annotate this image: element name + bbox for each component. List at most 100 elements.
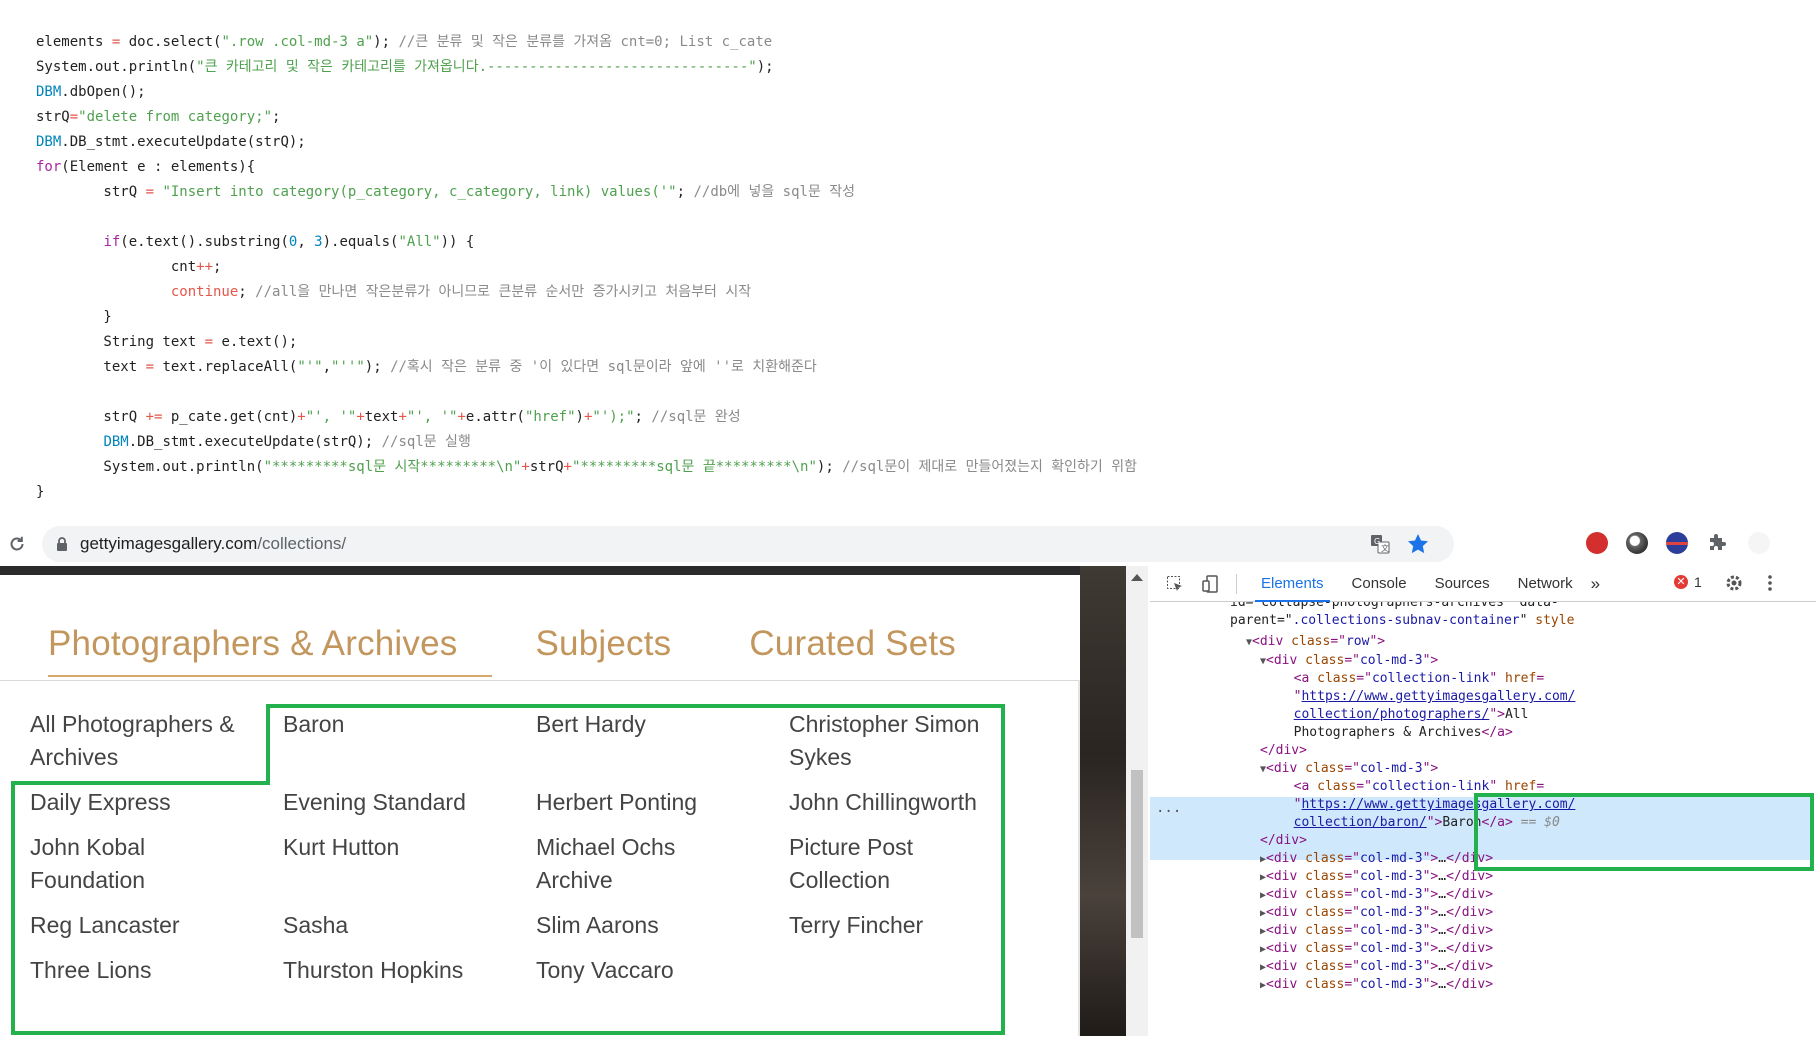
code-line: System.out.println("큰 카테고리 및 작은 카테고리를 가져… bbox=[36, 55, 1796, 80]
star-icon[interactable] bbox=[1406, 532, 1430, 556]
dom-token: <div bbox=[1266, 959, 1306, 974]
dom-token: class bbox=[1305, 653, 1345, 668]
code-token: e.text(); bbox=[213, 334, 298, 350]
dom-token: "> bbox=[1422, 977, 1439, 992]
puzzle-extension-icon[interactable] bbox=[1706, 532, 1728, 554]
reload-icon[interactable] bbox=[2, 529, 32, 559]
gear-icon[interactable] bbox=[1724, 573, 1744, 593]
dom-token: <a bbox=[1293, 779, 1318, 794]
svg-text:G: G bbox=[1374, 537, 1380, 546]
tab-curated-sets[interactable]: Curated Sets bbox=[749, 620, 956, 668]
url-text[interactable]: gettyimagesgallery.com/collections/ bbox=[80, 534, 346, 554]
error-counter[interactable]: ✕ 1 bbox=[1674, 574, 1702, 590]
code-token: DBM bbox=[36, 134, 62, 150]
collection-link[interactable]: All Photographers & Archives bbox=[30, 708, 283, 774]
address-bar[interactable]: gettyimagesgallery.com/collections/ G文 bbox=[42, 526, 1454, 562]
dom-token: col-md-3 bbox=[1359, 887, 1423, 902]
code-token: "Insert into category(p_category, c_cate… bbox=[162, 184, 677, 200]
dom-token: = bbox=[1536, 671, 1545, 686]
dom-node-line[interactable]: Photographers & Archives</a> bbox=[1278, 722, 1513, 743]
code-token: } bbox=[36, 484, 45, 500]
dom-node-line[interactable]: ▼<div class="row"> bbox=[1246, 631, 1385, 652]
dom-token: style bbox=[1535, 613, 1575, 628]
inspect-icon[interactable] bbox=[1164, 573, 1186, 595]
code-token: if bbox=[103, 234, 121, 250]
code-token: DBM bbox=[36, 84, 62, 100]
code-token: + bbox=[297, 409, 306, 425]
tab-elements[interactable]: Elements bbox=[1247, 566, 1338, 602]
dom-token: <div bbox=[1266, 977, 1306, 992]
translate-icon[interactable]: G文 bbox=[1370, 534, 1390, 554]
lock-icon[interactable] bbox=[56, 535, 70, 553]
code-token: "*********sql문 끝*********\n" bbox=[571, 459, 817, 475]
code-token: "'" bbox=[297, 359, 323, 375]
code-line: continue; //all을 만나면 작은분류가 아니므로 큰분류 순서만 … bbox=[36, 280, 1796, 305]
code-token: strQ bbox=[36, 184, 146, 200]
dom-node-line[interactable]: ▶<div class="col-md-3">…</div> bbox=[1260, 974, 1493, 995]
code-token: 3 bbox=[314, 234, 323, 250]
code-token: e.attr( bbox=[465, 409, 525, 425]
dom-token: </div> bbox=[1446, 977, 1494, 992]
extension-circle-icon[interactable] bbox=[1626, 532, 1648, 554]
code-line: strQ += p_cate.get(cnt)+"', '"+text+"', … bbox=[36, 405, 1796, 430]
code-token: DBM bbox=[103, 434, 129, 450]
dom-token: </div> bbox=[1446, 905, 1494, 920]
tabs-divider bbox=[0, 680, 1080, 681]
annotation-box-devtools bbox=[1474, 793, 1814, 871]
dom-token: class bbox=[1291, 634, 1331, 649]
collection-link-text: Archives bbox=[30, 744, 119, 770]
dom-token: " bbox=[1489, 671, 1505, 686]
code-token: + bbox=[457, 409, 466, 425]
dom-token: … bbox=[1438, 905, 1447, 920]
tab-photographers-archives[interactable]: Photographers & Archives bbox=[48, 620, 457, 668]
dom-token: col-md-3 bbox=[1359, 977, 1423, 992]
dom-token: </div> bbox=[1446, 923, 1494, 938]
dom-token: </div> bbox=[1260, 833, 1307, 848]
dom-token: class bbox=[1305, 959, 1345, 974]
kebab-menu-icon[interactable] bbox=[1764, 573, 1776, 593]
code-token: //혹시 작은 분류 중 '이 있다면 sql문이라 앞에 ''로 치환해준다 bbox=[390, 359, 817, 375]
active-tab-underline bbox=[48, 675, 492, 677]
dom-token: … bbox=[1438, 941, 1447, 956]
code-token: ".row .col-md-3 a" bbox=[221, 34, 374, 50]
dom-node-line[interactable]: parent=".collections-subnav-container" s… bbox=[1230, 610, 1574, 631]
code-token: //큰 분류 및 작은 분류를 가져옴 cnt=0; List c_cate bbox=[398, 34, 773, 50]
device-toolbar-icon[interactable] bbox=[1200, 573, 1222, 595]
extension-globe-icon[interactable] bbox=[1666, 532, 1688, 554]
dom-token: … bbox=[1438, 851, 1447, 866]
tab-sources[interactable]: Sources bbox=[1421, 566, 1504, 602]
dom-token: <div bbox=[1266, 761, 1306, 776]
dom-token: collection-link bbox=[1371, 779, 1490, 794]
code-line: DBM.DB_stmt.executeUpdate(strQ); //sql문 … bbox=[36, 430, 1796, 455]
dom-token: "> bbox=[1422, 959, 1439, 974]
adblock-extension-icon[interactable] bbox=[1586, 532, 1608, 554]
tab-subjects[interactable]: Subjects bbox=[535, 620, 671, 668]
code-token: (e.text().substring( bbox=[120, 234, 289, 250]
profile-avatar[interactable] bbox=[1748, 532, 1770, 554]
code-token: } bbox=[36, 309, 112, 325]
annotation-box-main bbox=[11, 781, 1005, 1035]
dom-token: "> bbox=[1422, 761, 1439, 776]
dom-token: .collections-subnav-container bbox=[1292, 613, 1520, 628]
code-line: String text = e.text(); bbox=[36, 330, 1796, 355]
code-line: elements = doc.select(".row .col-md-3 a"… bbox=[36, 30, 1796, 55]
more-tabs-icon[interactable]: » bbox=[1591, 574, 1600, 594]
tab-network[interactable]: Network bbox=[1504, 566, 1587, 602]
code-token: "delete from category;" bbox=[78, 109, 273, 125]
code-token: "');" bbox=[592, 409, 635, 425]
dom-token: <div bbox=[1266, 851, 1306, 866]
code-token: += bbox=[145, 409, 163, 425]
code-snippet: elements = doc.select(".row .col-md-3 a"… bbox=[36, 30, 1796, 510]
scrollbar-thumb[interactable] bbox=[1131, 770, 1143, 938]
collection-link-text: All Photographers & bbox=[30, 711, 235, 737]
scroll-up-arrow[interactable] bbox=[1131, 574, 1143, 581]
dom-token: <div bbox=[1266, 887, 1306, 902]
code-line: if(e.text().substring(0, 3).equals("All"… bbox=[36, 230, 1796, 255]
tab-console[interactable]: Console bbox=[1338, 566, 1421, 602]
code-token: ); bbox=[373, 34, 399, 50]
code-token: ; bbox=[634, 409, 652, 425]
